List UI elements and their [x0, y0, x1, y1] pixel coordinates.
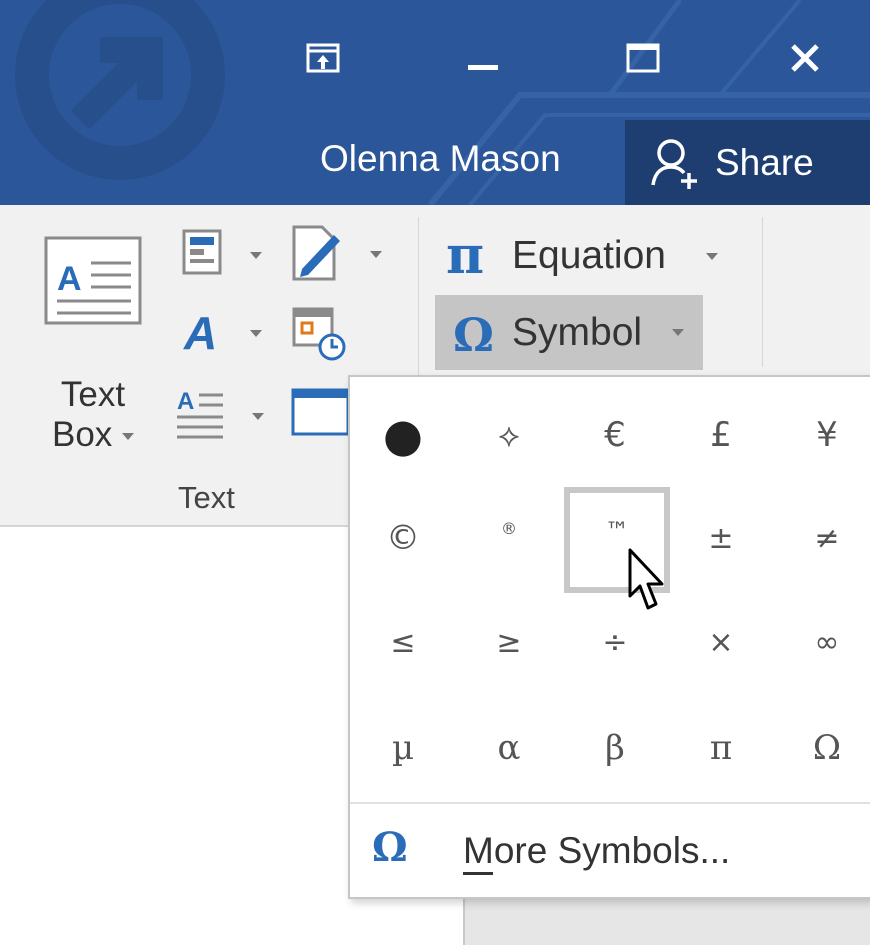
minimize-button[interactable]: [448, 28, 518, 88]
drop-cap-dropdown-icon: [252, 413, 264, 420]
text-box-dropdown-icon: [122, 433, 135, 441]
symbol-cell[interactable]: ●: [350, 382, 456, 488]
close-button[interactable]: [770, 28, 840, 88]
user-name[interactable]: Olenna Mason: [320, 138, 561, 180]
text-box-label-line1: Text: [60, 375, 126, 414]
wordart-icon: A: [183, 307, 217, 359]
quick-parts-dropdown-icon: [250, 252, 262, 259]
drop-cap-icon: A: [177, 388, 223, 439]
share-person-icon: [651, 138, 697, 189]
mouse-pointer-icon: [628, 548, 664, 610]
omega-icon: Ω: [372, 824, 408, 871]
quick-parts-button[interactable]: [180, 227, 275, 282]
share-label: Share: [715, 141, 814, 183]
svg-text:π: π: [446, 225, 484, 285]
symbol-cell[interactable]: ¥: [774, 382, 870, 488]
symbol-label: Symbol: [512, 311, 643, 354]
symbol-cell[interactable]: ®: [456, 485, 562, 591]
signature-line-button[interactable]: [290, 223, 390, 283]
object-icon: [291, 388, 350, 436]
equation-label: Equation: [512, 234, 666, 277]
symbol-gallery-dropdown: ● ⟡ € £ ¥ © ® ™ ± ≠ ≤ ≥ ÷ × ∞ µ α β π Ω …: [348, 375, 870, 899]
text-box-icon: A: [44, 236, 142, 325]
symbol-cell[interactable]: ±: [668, 485, 774, 591]
text-box-button[interactable]: A Text Box: [38, 225, 148, 465]
pi-icon: π: [446, 225, 484, 286]
symbol-cell[interactable]: π: [668, 695, 774, 801]
close-icon: [791, 44, 819, 72]
maximize-icon: [626, 43, 660, 73]
symbol-cell[interactable]: ×: [668, 589, 774, 695]
quick-parts-icon: [182, 229, 222, 275]
signature-line-icon: [292, 225, 340, 281]
share-button[interactable]: Share: [625, 120, 870, 205]
drop-cap-button[interactable]: A: [175, 385, 275, 445]
svg-text:A: A: [177, 388, 194, 415]
symbol-cell[interactable]: ≤: [350, 589, 456, 695]
symbol-dropdown-icon: [672, 329, 684, 336]
ribbon-display-options-icon: [306, 43, 340, 73]
maximize-button[interactable]: [608, 28, 678, 88]
date-time-icon: [292, 307, 346, 361]
text-box-label-line2-row: Box: [38, 415, 148, 455]
object-button[interactable]: [290, 387, 350, 442]
omega-icon: Ω: [453, 308, 494, 362]
date-time-button[interactable]: [290, 303, 350, 363]
ribbon-display-options-button[interactable]: [288, 28, 358, 88]
symbol-cell[interactable]: α: [456, 695, 562, 801]
symbol-cell[interactable]: β: [562, 695, 668, 801]
symbol-cell[interactable]: Ω: [774, 695, 870, 801]
symbol-cell[interactable]: ≠: [774, 485, 870, 591]
more-symbols-menu-item[interactable]: Ω More Symbols...: [350, 804, 870, 897]
svg-text:Ω: Ω: [453, 308, 494, 362]
symbol-cell[interactable]: £: [668, 382, 774, 488]
symbol-button[interactable]: Ω Symbol: [435, 295, 703, 370]
text-group-label: Text: [178, 480, 235, 515]
symbol-cell[interactable]: ∞: [774, 589, 870, 695]
minimize-icon: [468, 65, 498, 70]
wordart-button[interactable]: A: [180, 305, 275, 360]
text-box-label-line2: Box: [51, 415, 113, 454]
symbol-cell[interactable]: ≥: [456, 589, 562, 695]
signature-line-dropdown-icon: [370, 251, 382, 258]
svg-text:A: A: [183, 307, 217, 355]
symbol-cell[interactable]: µ: [350, 695, 456, 801]
title-bar: Olenna Mason Share: [0, 0, 870, 205]
symbol-cell[interactable]: ⟡: [456, 382, 562, 488]
wordart-dropdown-icon: [250, 330, 262, 337]
svg-text:A: A: [57, 260, 82, 298]
more-symbols-label: More Symbols...: [463, 830, 731, 871]
equation-dropdown-icon: [706, 253, 718, 260]
symbol-cell[interactable]: ©: [350, 485, 456, 591]
symbol-grid: ● ⟡ € £ ¥ © ® ™ ± ≠ ≤ ≥ ÷ × ∞ µ α β π Ω: [350, 377, 870, 802]
symbol-cell[interactable]: €: [562, 382, 668, 488]
group-separator: [762, 217, 763, 367]
access-key-underline: [463, 872, 493, 875]
